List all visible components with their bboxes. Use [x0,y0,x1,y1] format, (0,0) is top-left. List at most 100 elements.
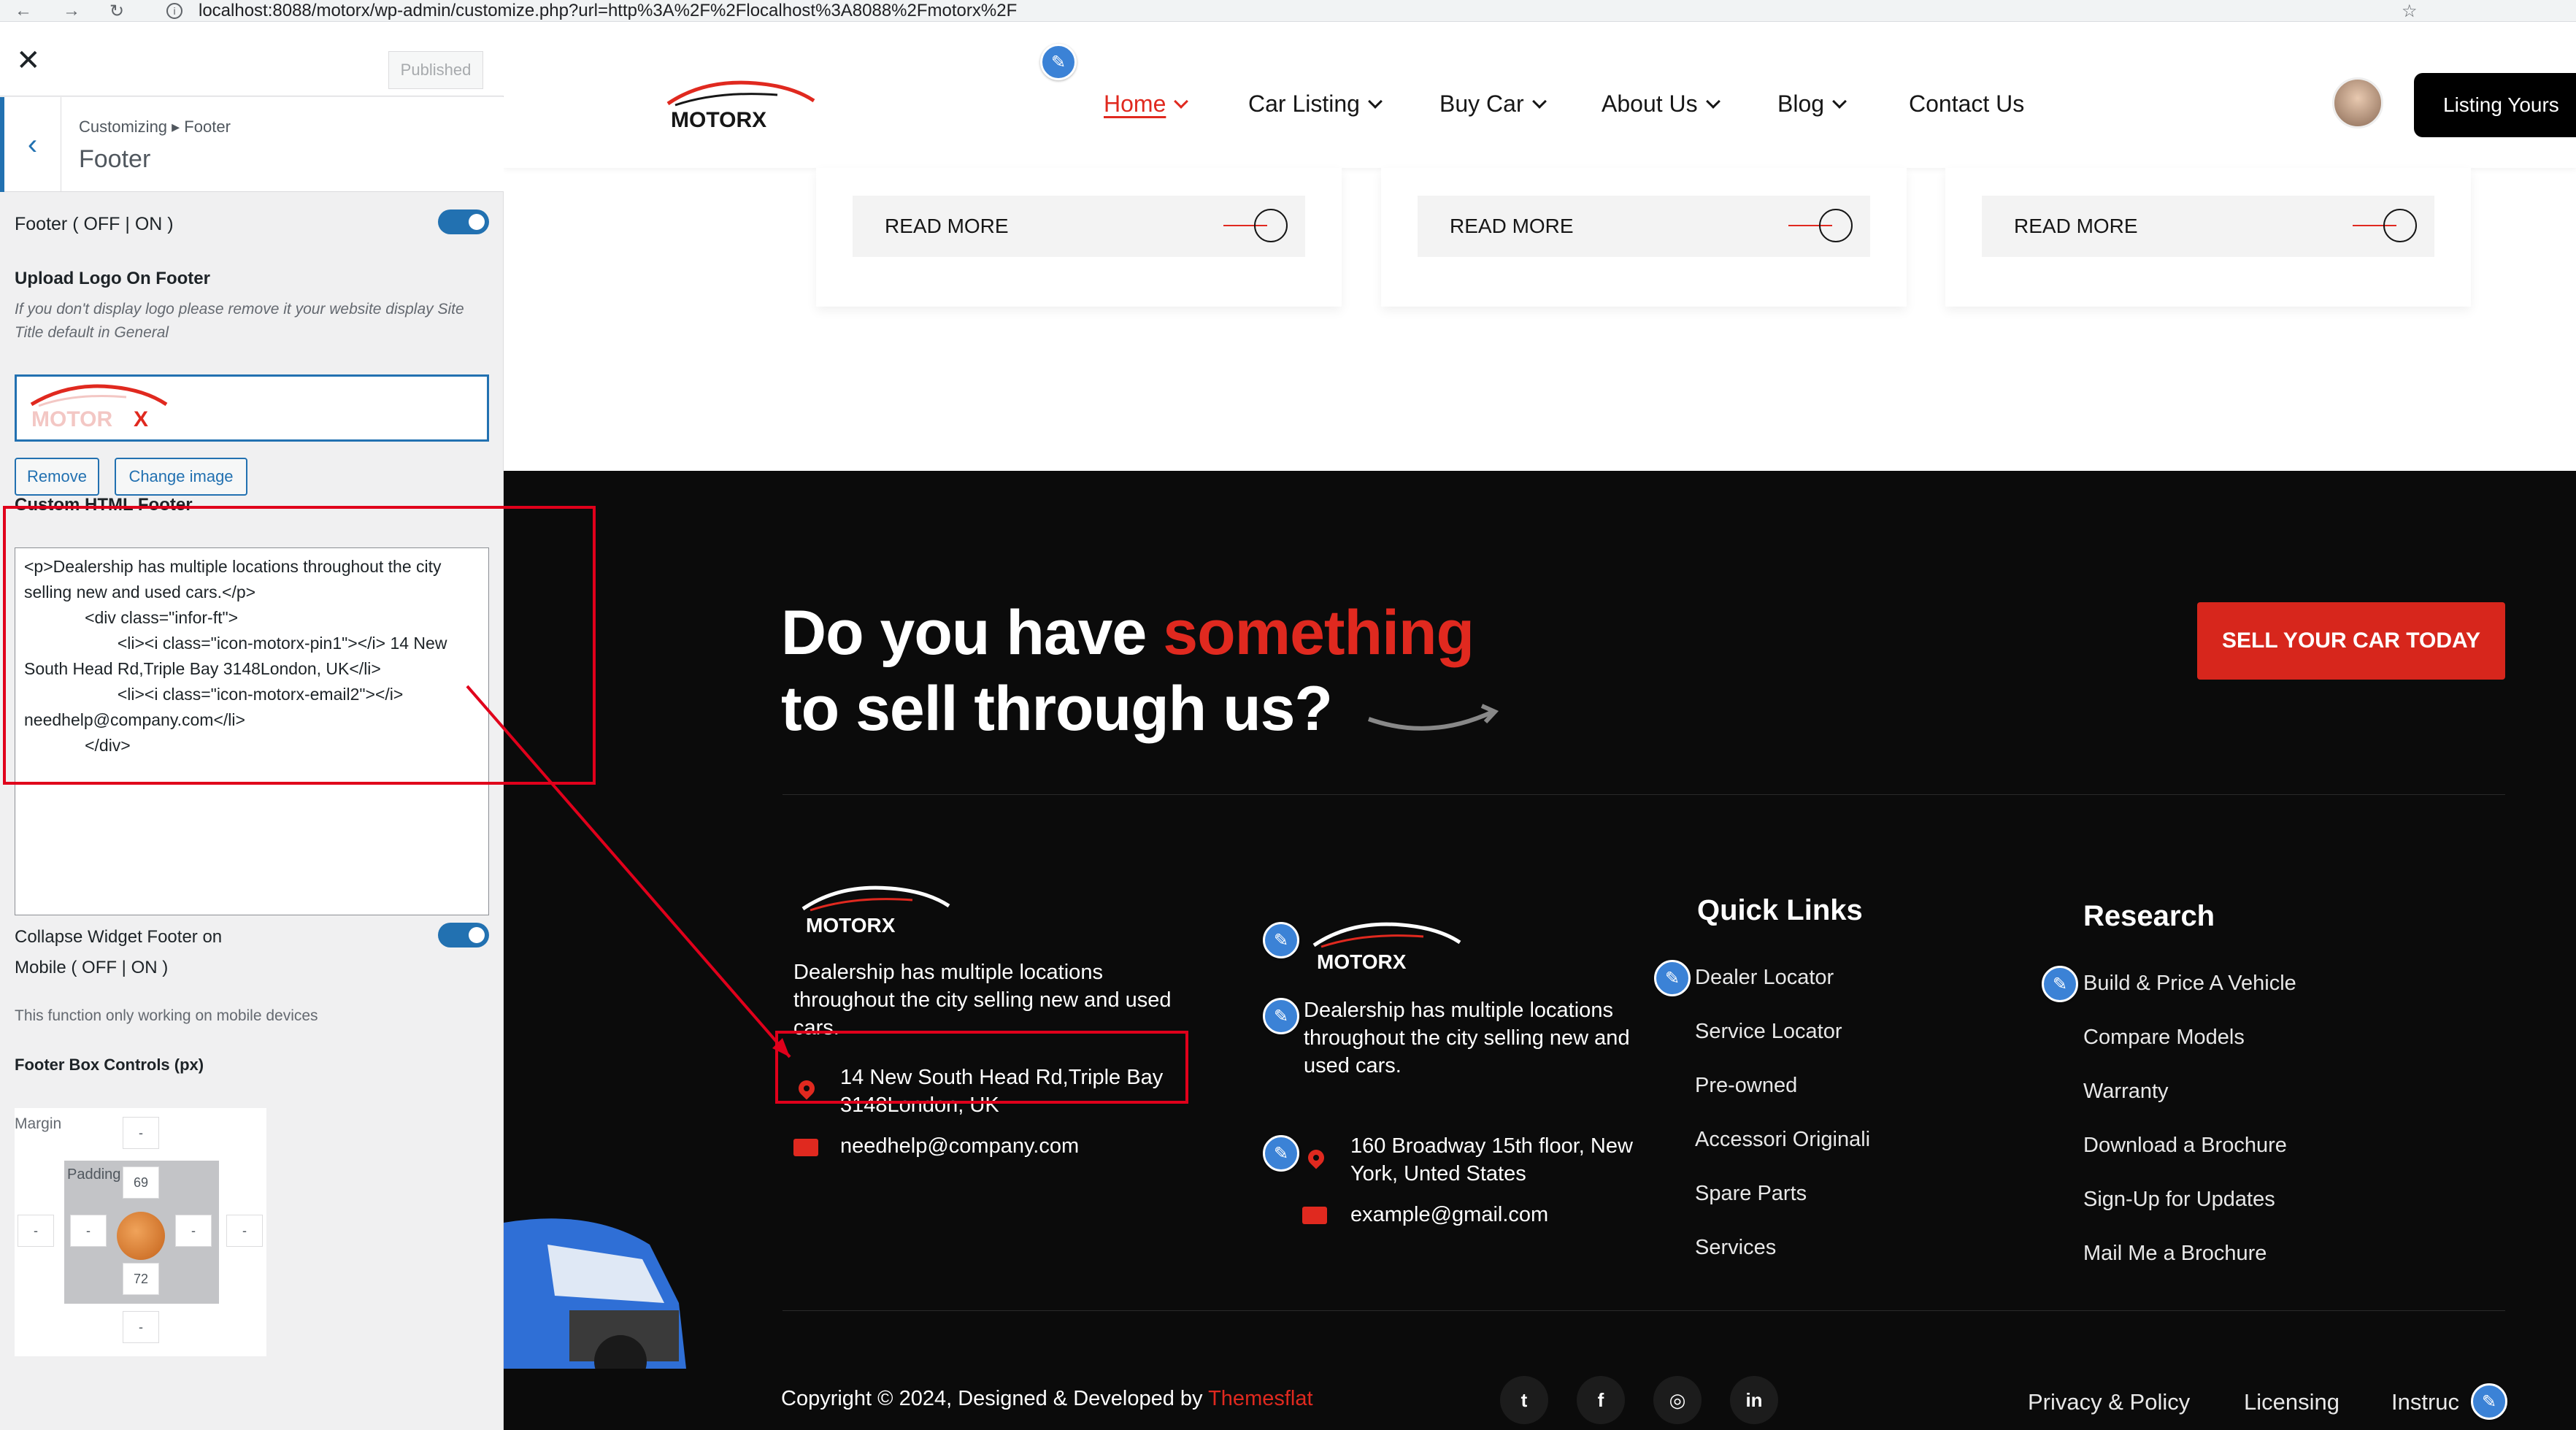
padding-box: Padding 69 - - 72 [64,1161,219,1304]
back-arrow-icon[interactable]: ← [15,0,32,22]
annotation-box-html [3,506,596,785]
licensing-link[interactable]: Licensing [2244,1389,2339,1415]
footer-toggle[interactable] [438,209,489,234]
svg-text:MOTORX: MOTORX [1317,950,1407,973]
email-icon [793,1139,818,1156]
menu-item-car-listing[interactable]: Car Listing [1248,91,1383,118]
read-more-button[interactable]: READ MORE [853,196,1305,257]
margin-bottom-input[interactable]: - [123,1311,159,1343]
car-image [504,1218,686,1369]
sell-your-car-button[interactable]: SELL YOUR CAR TODAY [2197,602,2505,680]
quick-links-heading: Quick Links [1697,894,1863,926]
edit-pencil-icon[interactable]: ✎ [1654,960,1691,996]
edit-pencil-icon[interactable]: ✎ [1263,1135,1299,1172]
research-link[interactable]: Warranty [2083,1080,2169,1104]
margin-right-input[interactable]: - [226,1215,263,1247]
arrow-right-icon [2383,209,2417,242]
bookmark-star-icon[interactable]: ☆ [2402,0,2418,22]
collapse-label-line1: Collapse Widget Footer on [15,927,223,947]
reload-icon[interactable]: ↻ [109,0,124,22]
instructions-link[interactable]: Instruc [2391,1389,2459,1415]
footer-toggle-label: Footer ( OFF | ON ) [15,214,174,234]
edit-pencil-icon[interactable]: ✎ [1263,922,1299,958]
footer-logo-icon[interactable]: MOTORX [796,880,956,938]
quick-link[interactable]: Pre-owned [1695,1074,1797,1098]
back-chevron-icon[interactable]: ‹ [0,97,61,192]
menu-item-about-us[interactable]: About Us [1602,91,1720,118]
edit-pencil-icon[interactable]: ✎ [2042,966,2078,1002]
forward-arrow-icon[interactable]: → [63,0,80,22]
collapse-note: This function only working on mobile dev… [15,1007,318,1024]
post-card: READ MORE [1381,168,1907,307]
edit-pencil-icon[interactable]: ✎ [2471,1383,2507,1420]
research-link[interactable]: Build & Price A Vehicle [2083,972,2296,996]
upload-logo-label: Upload Logo On Footer [15,269,210,288]
box-controls-label: Footer Box Controls (px) [15,1056,204,1074]
edit-pencil-icon[interactable]: ✎ [1040,44,1077,80]
change-image-button[interactable]: Change image [115,458,247,496]
menu-item-buy-car[interactable]: Buy Car [1439,91,1547,118]
footer-description-2: Dealership has multiple locations throug… [1304,999,1630,1077]
quick-link[interactable]: Dealer Locator [1695,966,1834,990]
footer-email[interactable]: needhelp@company.com [840,1132,1079,1160]
listing-yours-button[interactable]: Listing Yours [2414,73,2576,137]
padding-right-input[interactable]: - [175,1215,212,1247]
read-more-button[interactable]: READ MORE [1418,196,1870,257]
site-info-icon[interactable]: i [166,3,182,19]
privacy-policy-link[interactable]: Privacy & Policy [2028,1389,2190,1415]
twitter-icon[interactable]: t [1500,1376,1548,1424]
quick-link[interactable]: Spare Parts [1695,1182,1807,1206]
padding-label: Padding [67,1166,121,1183]
quick-link[interactable]: Service Locator [1695,1020,1842,1044]
close-icon[interactable]: ✕ [16,44,41,77]
svg-text:X: X [134,407,148,431]
footer-description: Dealership has multiple locations throug… [793,961,1172,1039]
footer-logo-icon[interactable]: MOTORX [1307,916,1467,975]
padding-top-input[interactable]: 69 [123,1166,159,1199]
chevron-down-icon [1174,93,1189,109]
footer-email-2[interactable]: example@gmail.com [1350,1201,1548,1229]
menu-item-home[interactable]: Home [1104,91,1189,118]
linkedin-icon[interactable]: in [1730,1376,1778,1424]
location-pin-icon [1304,1146,1328,1169]
themesflat-link[interactable]: Themesflat [1208,1387,1312,1410]
remove-button[interactable]: Remove [15,458,99,496]
customizer-header: ✕ Published [0,22,504,96]
instagram-icon[interactable]: ◎ [1653,1376,1702,1424]
quick-link[interactable]: Accessori Originali [1695,1128,1870,1152]
research-heading: Research [2083,900,2215,932]
address-bar[interactable]: localhost:8088/motorx/wp-admin/customize… [199,0,1017,22]
curved-arrow-icon [1368,704,1499,731]
margin-top-input[interactable]: - [123,1117,159,1149]
annotation-box-address [775,1031,1188,1104]
padding-bottom-input[interactable]: 72 [123,1263,159,1295]
menu-item-blog[interactable]: Blog [1777,91,1847,118]
logo-preview[interactable]: MOTOR X [15,374,489,442]
chevron-down-icon [1531,93,1547,109]
arrow-right-icon [1819,209,1853,242]
post-card: READ MORE [1945,168,2471,307]
facebook-icon[interactable]: f [1577,1376,1625,1424]
quick-link[interactable]: Services [1695,1236,1776,1260]
research-link[interactable]: Sign-Up for Updates [2083,1188,2275,1212]
research-link[interactable]: Compare Models [2083,1026,2245,1050]
email-icon [1302,1207,1327,1224]
site-logo-icon[interactable]: MOTORX [661,74,821,133]
site-header: MOTORX ✎ Home Car Listing Buy Car About … [504,22,2576,168]
site-footer: Do you have something to sell through us… [504,471,2576,1430]
padding-left-input[interactable]: - [70,1215,107,1247]
chevron-down-icon [1705,93,1720,109]
user-avatar[interactable] [2332,77,2383,128]
chevron-down-icon [1368,93,1383,109]
margin-left-input[interactable]: - [18,1215,54,1247]
post-card: READ MORE [816,168,1342,307]
research-link[interactable]: Download a Brochure [2083,1134,2287,1158]
collapse-toggle[interactable] [438,923,489,947]
svg-text:MOTORX: MOTORX [806,914,896,937]
research-link[interactable]: Mail Me a Brochure [2083,1242,2267,1266]
edit-pencil-icon[interactable]: ✎ [1263,998,1299,1034]
footer-divider [783,794,2505,795]
published-button[interactable]: Published [388,51,483,89]
read-more-button[interactable]: READ MORE [1982,196,2434,257]
menu-item-contact-us[interactable]: Contact Us [1909,91,2024,118]
